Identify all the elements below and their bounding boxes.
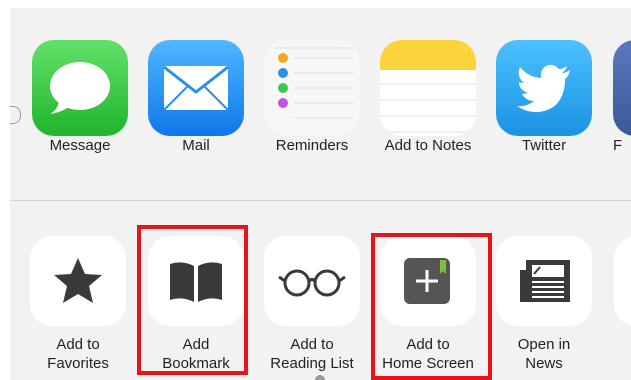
share-reminders-label: Reminders [275,137,349,154]
add-to-reading-list-button[interactable]: Add to Reading List [264,236,360,376]
share-facebook-button[interactable]: F [613,40,631,160]
message-icon [32,40,128,136]
mail-icon [148,40,244,136]
notes-icon [380,40,476,136]
share-facebook-label: F [613,137,623,154]
add-to-reading-list-label: Add to Reading List [270,336,354,372]
share-mail-label: Mail [182,137,210,154]
share-notes-label: Add to Notes [384,137,472,154]
open-in-news-label: Open in News [517,336,571,372]
share-twitter-button[interactable]: Twitter [496,40,592,160]
add-to-favorites-label: Add to Favorites [47,336,109,372]
share-mail-button[interactable]: Mail [148,40,244,160]
share-message-button[interactable]: Message [32,40,128,160]
add-to-favorites-button[interactable]: Add to Favorites [30,236,126,376]
scroll-handle[interactable] [10,106,21,124]
action-row: Add to Favorites Add Bookmark Add to Rea… [10,201,631,380]
highlight-add-bookmark [137,225,248,375]
reminders-icon [264,40,360,136]
open-in-news-button[interactable]: Open in News [496,236,592,376]
share-message-label: Message [49,137,111,154]
more-action-icon [614,236,631,326]
star-icon [30,236,126,326]
share-reminders-button[interactable]: Reminders [264,40,360,160]
share-notes-button[interactable]: Add to Notes [380,40,476,160]
facebook-icon [613,40,631,136]
more-action-tile[interactable] [614,236,631,376]
app-row: Message Mail Reminders Add to Notes Twit… [10,8,631,200]
glasses-icon [264,236,360,326]
share-twitter-label: Twitter [521,137,567,154]
page-indicator [315,375,325,380]
highlight-add-to-home-screen [371,233,492,380]
share-sheet: Message Mail Reminders Add to Notes Twit… [10,8,631,380]
news-icon [496,236,592,326]
twitter-icon [496,40,592,136]
